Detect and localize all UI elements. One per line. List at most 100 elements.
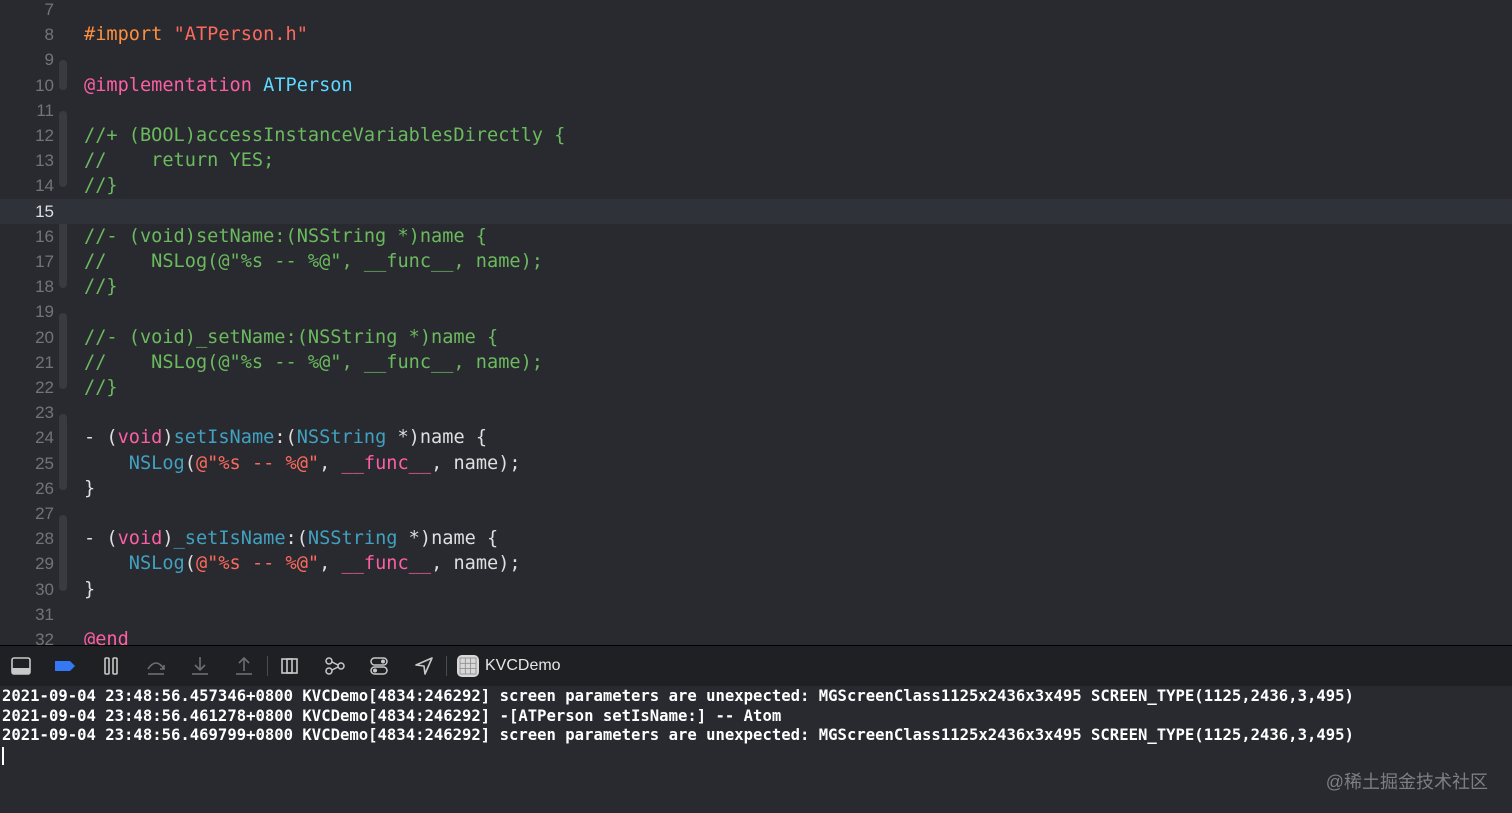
- line-number[interactable]: 23: [0, 400, 54, 425]
- code-line[interactable]: 10 @implementation ATPerson: [0, 73, 1512, 98]
- line-number[interactable]: 24: [0, 425, 54, 450]
- code-token: }: [84, 477, 96, 499]
- code-text: //}: [84, 274, 118, 299]
- code-line[interactable]: 25 NSLog(@"%s -- %@", __func__, name);: [0, 451, 1512, 476]
- code-line[interactable]: 18 //}: [0, 274, 1512, 299]
- line-number[interactable]: 19: [0, 299, 54, 324]
- code-token: }: [84, 578, 96, 600]
- code-line[interactable]: 29 NSLog(@"%s -- %@", __func__, name);: [0, 551, 1512, 576]
- code-token: setIsName: [173, 427, 275, 449]
- code-text: //- (void)_setName:(NSString *)name {: [84, 325, 498, 350]
- code-token: :(: [285, 528, 308, 550]
- code-line[interactable]: 14 //}: [0, 173, 1512, 198]
- line-number[interactable]: 11: [0, 98, 54, 123]
- console-output[interactable]: 2021-09-04 23:48:56.457346+0800 KVCDemo[…: [0, 686, 1512, 813]
- code-token: , name);: [431, 553, 521, 575]
- line-number[interactable]: 20: [0, 325, 54, 350]
- line-number[interactable]: 9: [0, 47, 54, 72]
- code-text: @implementation ATPerson: [84, 73, 353, 98]
- code-text: }: [84, 476, 95, 501]
- code-line[interactable]: 22 //}: [0, 375, 1512, 400]
- code-token: (: [184, 452, 196, 474]
- code-line[interactable]: 15: [0, 198, 1512, 224]
- code-token: #import: [84, 24, 174, 46]
- code-line[interactable]: 12 //+ (BOOL)accessInstanceVariablesDirec…: [0, 123, 1512, 148]
- code-line[interactable]: 27: [0, 501, 1512, 526]
- line-number[interactable]: 14: [0, 173, 54, 198]
- code-text: // NSLog(@"%s -- %@", __func__, name);: [84, 350, 543, 375]
- code-token: ): [162, 528, 174, 550]
- code-line[interactable]: 26}: [0, 476, 1512, 501]
- line-number[interactable]: 10: [0, 73, 54, 98]
- code-line[interactable]: 13 // return YES;: [0, 148, 1512, 173]
- line-number[interactable]: 7: [0, 0, 54, 22]
- code-token: //}: [84, 377, 118, 398]
- code-line[interactable]: 17 // NSLog(@"%s -- %@", __func__, name);: [0, 249, 1512, 274]
- code-token: - (: [84, 528, 118, 550]
- code-token: @"%s -- %@": [195, 553, 320, 575]
- simulate-location-icon[interactable]: [413, 655, 435, 677]
- line-number[interactable]: 17: [0, 249, 54, 274]
- breakpoints-toggle-icon[interactable]: [54, 655, 76, 677]
- line-number[interactable]: 12: [0, 123, 54, 148]
- line-number[interactable]: 29: [0, 551, 54, 576]
- code-line[interactable]: 7: [0, 0, 1512, 22]
- line-number[interactable]: 22: [0, 375, 54, 400]
- line-number[interactable]: 30: [0, 577, 54, 602]
- code-token: __func__: [341, 452, 432, 474]
- code-text: - (void)setIsName:(NSString *)name {: [84, 425, 487, 450]
- line-number[interactable]: 21: [0, 350, 54, 375]
- code-line[interactable]: 23: [0, 400, 1512, 425]
- code-line[interactable]: 31: [0, 602, 1512, 627]
- separator: [267, 656, 268, 676]
- line-number[interactable]: 31: [0, 602, 54, 627]
- code-token: @implementation: [84, 74, 252, 96]
- step-into-icon[interactable]: [189, 655, 211, 677]
- code-token: NSLog: [128, 452, 185, 474]
- environment-overrides-icon[interactable]: [368, 655, 390, 677]
- console-line: 2021-09-04 23:48:56.461278+0800 KVCDemo[…: [2, 706, 782, 725]
- line-number[interactable]: 26: [0, 476, 54, 501]
- line-number[interactable]: 18: [0, 274, 54, 299]
- code-line[interactable]: 20 //- (void)_setName:(NSString *)name {: [0, 325, 1512, 350]
- line-number[interactable]: 25: [0, 451, 54, 476]
- step-over-icon[interactable]: [145, 655, 167, 677]
- hide-debug-area-icon[interactable]: [10, 655, 32, 677]
- line-number[interactable]: 16: [0, 224, 54, 249]
- line-number[interactable]: 13: [0, 148, 54, 173]
- code-text: NSLog(@"%s -- %@", __func__, name);: [84, 551, 521, 576]
- code-text: #import "ATPerson.h": [84, 22, 308, 47]
- console-line: 2021-09-04 23:48:56.469799+0800 KVCDemo[…: [2, 726, 1354, 745]
- line-number[interactable]: 8: [0, 22, 54, 47]
- code-line[interactable]: 9: [0, 47, 1512, 72]
- code-token: NSLog: [128, 553, 185, 575]
- debug-view-hierarchy-icon[interactable]: [279, 655, 301, 677]
- line-number[interactable]: 27: [0, 501, 54, 526]
- app-icon[interactable]: [457, 655, 479, 677]
- pause-icon[interactable]: [100, 655, 122, 677]
- code-text: //}: [84, 173, 118, 198]
- code-line[interactable]: 24 - (void)setIsName:(NSString *)name {: [0, 425, 1512, 450]
- code-line[interactable]: 8 #import "ATPerson.h": [0, 22, 1512, 47]
- scheme-label[interactable]: KVCDemo: [485, 656, 561, 676]
- line-number[interactable]: 32: [0, 627, 54, 645]
- code-token: (: [184, 553, 196, 575]
- code-line[interactable]: 30}: [0, 577, 1512, 602]
- code-line[interactable]: 21 // NSLog(@"%s -- %@", __func__, name);: [0, 350, 1512, 375]
- code-line[interactable]: 28 - (void)_setIsName:(NSString *)name {: [0, 526, 1512, 551]
- line-number[interactable]: 28: [0, 526, 54, 551]
- step-out-icon[interactable]: [233, 655, 255, 677]
- memory-graph-icon[interactable]: [324, 655, 346, 677]
- code-line[interactable]: 32 @end: [0, 627, 1512, 645]
- line-number[interactable]: 15: [0, 199, 54, 224]
- code-token: - (: [84, 427, 118, 449]
- code-token: *)name {: [386, 427, 488, 449]
- code-text: - (void)_setIsName:(NSString *)name {: [84, 526, 498, 551]
- code-token: NSString: [296, 427, 387, 449]
- code-editor[interactable]: 7 8 #import "ATPerson.h" 9 10 @implementation…: [0, 0, 1512, 645]
- code-line[interactable]: 16 //- (void)setName:(NSString *)name {: [0, 224, 1512, 249]
- code-line[interactable]: 19: [0, 299, 1512, 324]
- code-line[interactable]: 11: [0, 98, 1512, 123]
